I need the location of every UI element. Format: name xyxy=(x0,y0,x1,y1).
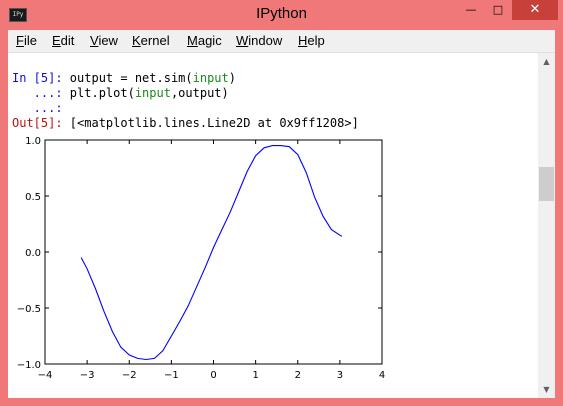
y-tick-label: 0.0 xyxy=(25,248,41,259)
scroll-up-arrow-icon[interactable]: ▲ xyxy=(538,53,555,70)
menu-kernel-accel: K xyxy=(132,33,141,48)
code-1b: ) xyxy=(228,71,236,85)
menu-view-rest: iew xyxy=(98,33,118,48)
input-line-3[interactable]: ...: xyxy=(12,101,63,115)
minimize-button[interactable]: — xyxy=(458,0,484,20)
menu-edit-accel: E xyxy=(52,33,61,48)
x-tick-label: 3 xyxy=(337,370,343,381)
menu-magic-rest: agic xyxy=(197,33,222,48)
menu-window-accel: W xyxy=(236,33,249,48)
menu-file[interactable]: File xyxy=(16,33,37,48)
menu-help-rest: elp xyxy=(307,33,325,48)
ipython-window: IPy IPython — □ ✕ File Edit View Kernel … xyxy=(0,0,563,406)
output-text: [<matplotlib.lines.Line2D at 0x9ff1208>] xyxy=(62,116,359,130)
y-tick-label: −1.0 xyxy=(17,360,41,371)
x-tick-label: −4 xyxy=(38,370,53,381)
output-line: Out[5]: [<matplotlib.lines.Line2D at 0x9… xyxy=(12,116,359,130)
code-2b: ,output) xyxy=(170,86,229,100)
vertical-scrollbar[interactable]: ▲ ▼ xyxy=(538,53,555,398)
menu-view[interactable]: View xyxy=(90,33,118,48)
cont-prompt-empty: ...: xyxy=(12,101,63,115)
menu-kernel-rest: ernel xyxy=(140,33,170,48)
menu-magic[interactable]: Magic xyxy=(187,33,222,48)
maximize-button[interactable]: □ xyxy=(485,0,511,20)
input-line-1[interactable]: In [5]: output = net.sim(input) xyxy=(12,71,236,85)
out-prompt: Out[5]: xyxy=(12,116,63,130)
x-tick-label: 0 xyxy=(210,370,216,381)
plot-frame xyxy=(44,139,383,365)
y-tick-label: −0.5 xyxy=(17,304,41,315)
menu-file-rest: ile xyxy=(23,33,37,48)
scroll-thumb[interactable] xyxy=(539,167,554,201)
menu-window-rest: indow xyxy=(248,33,283,48)
menu-magic-accel: M xyxy=(187,33,198,48)
code-1a: output = net.sim( xyxy=(62,71,193,85)
y-tick-label: 0.5 xyxy=(25,192,41,203)
x-tick-label: −1 xyxy=(164,370,179,381)
x-tick-label: 2 xyxy=(295,370,301,381)
code-2a: plt.plot( xyxy=(62,86,135,100)
title-bar[interactable]: IPy IPython — □ ✕ xyxy=(0,0,563,30)
menu-help-accel: H xyxy=(298,33,308,48)
in-prompt: In [5]: xyxy=(12,71,63,85)
menu-help[interactable]: Help xyxy=(298,33,325,48)
console-area[interactable]: In [5]: output = net.sim(input) ...: plt… xyxy=(8,53,538,398)
menu-kernel[interactable]: Kernel xyxy=(132,33,170,48)
menu-file-accel: F xyxy=(16,33,24,48)
close-button[interactable]: ✕ xyxy=(512,0,558,20)
menu-edit[interactable]: Edit xyxy=(52,33,74,48)
input-line-2[interactable]: ...: plt.plot(input,output) xyxy=(12,86,229,100)
code-2-kw: input xyxy=(134,86,171,100)
x-tick-label: −3 xyxy=(80,370,95,381)
cont-prompt: ...: xyxy=(12,86,63,100)
scroll-down-arrow-icon[interactable]: ▼ xyxy=(538,381,555,398)
x-tick-label: 4 xyxy=(379,370,385,381)
menu-bar: File Edit View Kernel Magic Window Help xyxy=(8,30,555,53)
x-tick-label: 1 xyxy=(252,370,258,381)
line-plot: −4 −3 −2 −1 0 1 2 3 4 −1.0 −0.5 0.0 0.5 1.0 xyxy=(17,136,385,381)
menu-edit-rest: dit xyxy=(60,33,75,48)
x-tick-label: −2 xyxy=(122,370,137,381)
y-tick-label: 1.0 xyxy=(25,136,41,147)
code-1-kw: input xyxy=(192,71,229,85)
menu-window[interactable]: Window xyxy=(236,33,282,48)
